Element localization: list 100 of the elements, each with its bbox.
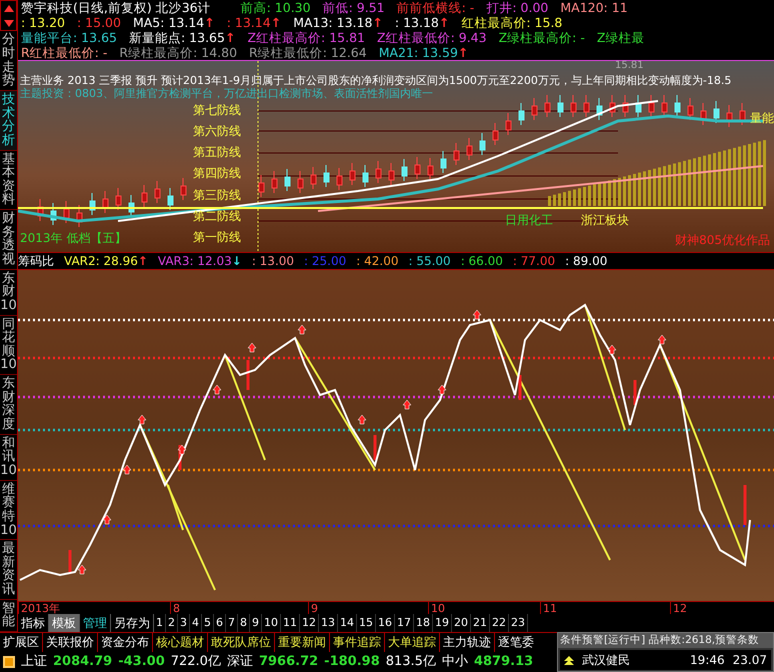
index-value: 2084.79 xyxy=(53,653,112,672)
extension-tab[interactable]: 资金分布 xyxy=(98,633,152,652)
page-tab[interactable]: 12 xyxy=(300,614,319,632)
trend-arrow: ↑ xyxy=(138,254,148,268)
page-tab[interactable]: 11 xyxy=(281,614,300,632)
page-tab[interactable]: 19 xyxy=(433,614,452,632)
indicator-value: R绿柱最低价: 12.64 xyxy=(249,45,367,60)
stage-label: 2013年 低档【五】 xyxy=(20,230,126,247)
indicator-value: MA5: 13.14 xyxy=(132,15,204,30)
page-tab[interactable]: 20 xyxy=(452,614,471,632)
candlestick xyxy=(64,200,70,224)
candlestick xyxy=(180,178,186,200)
sector-label: 浙江板块 xyxy=(581,212,629,229)
extension-tab[interactable]: 关联报价 xyxy=(43,633,97,652)
candlestick xyxy=(584,94,590,118)
scroll-arrows[interactable] xyxy=(0,0,17,32)
sidebar-tab[interactable]: 基本资料 xyxy=(0,150,17,210)
index-name: 上证 xyxy=(21,653,47,672)
page-tab[interactable]: 23 xyxy=(509,614,528,632)
candlestick xyxy=(558,94,564,118)
page-tab[interactable]: 7 xyxy=(226,614,238,632)
page-tab[interactable]: 16 xyxy=(376,614,395,632)
defense-line-label: 第七防线 xyxy=(193,102,241,119)
page-tab[interactable]: 15 xyxy=(357,614,376,632)
extension-tab[interactable]: 敢死队席位 xyxy=(208,633,274,652)
index-amount: 813.5亿 xyxy=(386,653,436,672)
extension-tab[interactable]: 大单追踪 xyxy=(385,633,439,652)
sidebar-tab[interactable]: 分时走势 xyxy=(0,31,17,91)
indicator-name: 筹码比 xyxy=(18,253,54,270)
candlestick xyxy=(648,94,654,118)
page-tab[interactable]: 18 xyxy=(414,614,433,632)
down-arrow-icon[interactable] xyxy=(4,20,14,27)
extension-tab[interactable]: 重要新闻 xyxy=(275,633,329,652)
indicator-value: : 13.14 xyxy=(226,15,271,30)
page-tab[interactable]: 9 xyxy=(250,614,262,632)
candlestick xyxy=(518,102,524,126)
candlestick xyxy=(480,132,486,156)
sidebar-tab[interactable]: 智能 xyxy=(0,600,17,632)
candlestick xyxy=(284,168,290,192)
sidebar-tab[interactable]: 同花顺10 xyxy=(0,316,17,376)
extension-tab[interactable]: 主力轨迹 xyxy=(440,633,494,652)
trend-arrow: ↓ xyxy=(232,254,242,268)
trend-arrow: ↑ xyxy=(438,15,450,30)
page-tab[interactable]: 14 xyxy=(338,614,357,632)
candlestick xyxy=(440,150,446,174)
page-tab[interactable]: 3 xyxy=(178,614,190,632)
page-tab[interactable]: 2 xyxy=(166,614,178,632)
page-tab[interactable]: 13 xyxy=(319,614,338,632)
page-tab[interactable]: 8 xyxy=(238,614,250,632)
extension-tab[interactable]: 逐笔委 xyxy=(495,633,537,652)
alert-price: 23.07 xyxy=(732,652,767,669)
sidebar-tab[interactable]: 技术分析 xyxy=(0,90,17,150)
page-tab[interactable]: 4 xyxy=(190,614,202,632)
extension-tab[interactable]: 事件追踪 xyxy=(330,633,384,652)
candlestick xyxy=(102,190,108,214)
sidebar-tab[interactable]: 维赛特10 xyxy=(0,480,17,540)
trend-arrow: ↑ xyxy=(372,15,383,30)
extension-tab[interactable]: 核心题材 xyxy=(153,633,207,652)
up-arrow-icon[interactable] xyxy=(4,4,14,12)
candlestick xyxy=(674,94,680,118)
candlestick xyxy=(142,184,148,208)
candlestick xyxy=(428,158,434,180)
indicator-value: 新量能点: 13.65 xyxy=(128,30,225,45)
candlestick xyxy=(596,98,602,120)
up-chevron-icon xyxy=(564,656,574,664)
page-tab[interactable]: 22 xyxy=(490,614,509,632)
candlestick xyxy=(466,138,472,160)
defense-line-label: 第四防线 xyxy=(193,165,241,182)
candlestick xyxy=(376,160,382,184)
candlestick xyxy=(402,158,408,182)
page-tab[interactable]: 17 xyxy=(395,614,414,632)
page-tab[interactable]: 6 xyxy=(214,614,226,632)
sidebar-tab[interactable]: 最新资讯 xyxy=(0,540,17,600)
template-tab[interactable]: 模板 xyxy=(49,614,80,632)
index-name: 深证 xyxy=(226,653,253,672)
page-tab[interactable]: 5 xyxy=(202,614,214,632)
alert-row[interactable]: 武汉健民 19:46 23.07 xyxy=(560,650,771,670)
page-tab[interactable]: 21 xyxy=(471,614,490,632)
sidebar-tab[interactable]: 东财深度 xyxy=(0,375,17,435)
popup-title: 条件预警[运行中] 品种数:2618,预警条数 xyxy=(558,633,773,648)
indicator-value: : 66.00 xyxy=(460,254,503,268)
trend-arrow: ↑ xyxy=(224,30,236,45)
page-tab[interactable]: 1 xyxy=(154,614,166,632)
template-tab[interactable]: 管理 xyxy=(80,614,111,632)
index-amount: 722.0亿 xyxy=(170,653,221,672)
sidebar-tab[interactable]: 财务透视 xyxy=(0,210,17,270)
defense-line-label: 第一防线 xyxy=(193,228,241,246)
indicator-value: : 15.00 xyxy=(76,15,121,30)
extension-tab[interactable]: 扩展区 xyxy=(0,633,42,652)
defense-line-label: 第三防线 xyxy=(193,186,241,204)
credit-text: 财神805优化作品 xyxy=(675,232,770,249)
page-tab[interactable]: 10 xyxy=(262,614,281,632)
candlestick xyxy=(310,166,316,190)
sidebar-tab[interactable]: 和讯10 xyxy=(0,434,17,481)
indicator-value: : 13.00 xyxy=(252,254,294,268)
candlestick xyxy=(154,180,160,204)
sidebar-tab[interactable]: 东财10 xyxy=(0,270,17,316)
indicator-value: 前前低横线: - xyxy=(396,0,474,15)
template-tab[interactable]: 另存为 xyxy=(111,614,154,632)
candlestick xyxy=(544,94,550,118)
